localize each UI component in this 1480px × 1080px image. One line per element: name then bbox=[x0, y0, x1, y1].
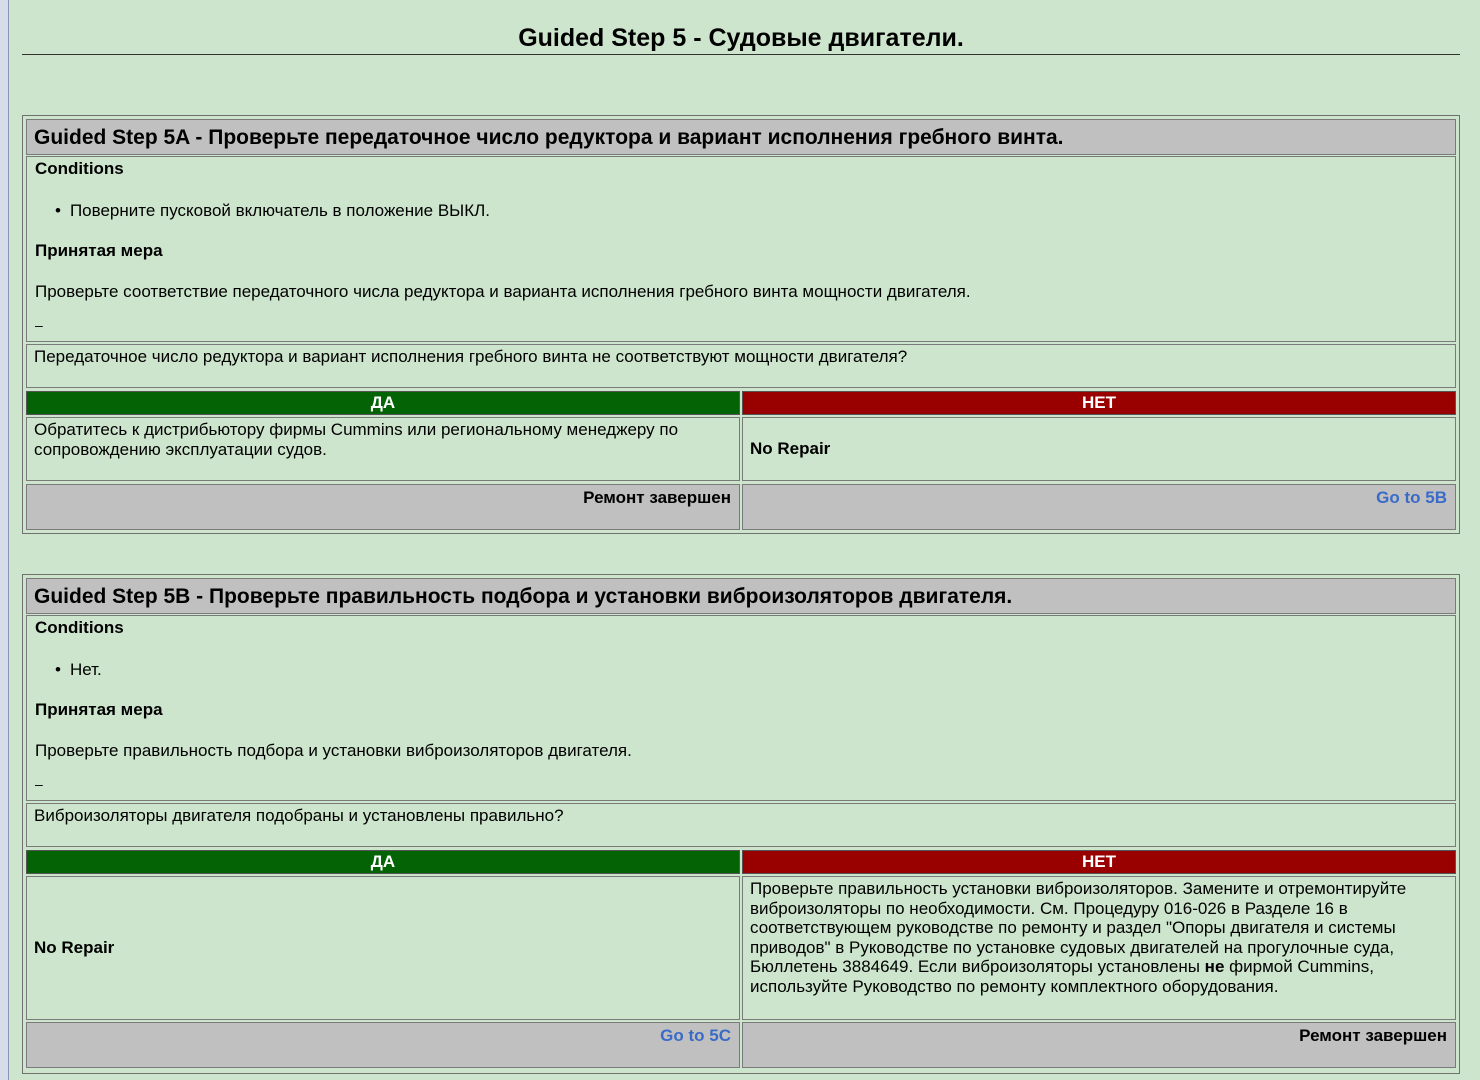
step-title: Guided Step 5A - Проверьте передаточное … bbox=[26, 119, 1456, 155]
condition-item: Поверните пусковой включатель в положени… bbox=[55, 201, 490, 221]
action-label: Принятая мера bbox=[35, 241, 163, 260]
go-to-5c-footer: Go to 5C bbox=[26, 1022, 740, 1068]
dash-separator: – bbox=[35, 317, 43, 333]
repair-complete-label: Ремонт завершен bbox=[742, 1022, 1456, 1068]
guided-step-5b: Guided Step 5B - Проверьте правильность … bbox=[22, 574, 1460, 1074]
go-to-5b-footer: Go to 5B bbox=[742, 484, 1456, 530]
window-left-edge bbox=[0, 0, 9, 1080]
guided-step-5a: Guided Step 5A - Проверьте передаточное … bbox=[22, 115, 1460, 534]
conditions-section: Conditions Поверните пусковой включатель… bbox=[26, 156, 1456, 342]
yes-result: Обратитесь к дистрибьютору фирмы Cummins… bbox=[26, 417, 740, 481]
go-to-5b-link[interactable]: Go to 5B bbox=[1376, 488, 1447, 507]
no-header: НЕТ bbox=[742, 391, 1456, 415]
action-text: Проверьте соответствие передаточного чис… bbox=[35, 282, 971, 301]
no-header: НЕТ bbox=[742, 850, 1456, 874]
conditions-label: Conditions bbox=[35, 159, 124, 178]
repair-complete-label: Ремонт завершен bbox=[26, 484, 740, 530]
conditions-section: Conditions Нет. Принятая мера Проверьте … bbox=[26, 615, 1456, 801]
question: Передаточное число редуктора и вариант и… bbox=[26, 344, 1456, 388]
question: Виброизоляторы двигателя подобраны и уст… bbox=[26, 803, 1456, 847]
yes-header: ДА bbox=[26, 850, 740, 874]
page-title: Guided Step 5 - Судовые двигатели. bbox=[22, 22, 1460, 55]
no-result: No Repair bbox=[742, 417, 1456, 481]
dash-separator: – bbox=[35, 776, 43, 792]
yes-header: ДА bbox=[26, 391, 740, 415]
step-title: Guided Step 5B - Проверьте правильность … bbox=[26, 578, 1456, 614]
go-to-5c-link[interactable]: Go to 5C bbox=[660, 1026, 731, 1045]
conditions-label: Conditions bbox=[35, 618, 124, 637]
no-result: Проверьте правильность установки виброиз… bbox=[742, 876, 1456, 1020]
action-text: Проверьте правильность подбора и установ… bbox=[35, 741, 632, 760]
condition-item: Нет. bbox=[55, 660, 102, 680]
action-label: Принятая мера bbox=[35, 700, 163, 719]
yes-result: No Repair bbox=[26, 876, 740, 1020]
